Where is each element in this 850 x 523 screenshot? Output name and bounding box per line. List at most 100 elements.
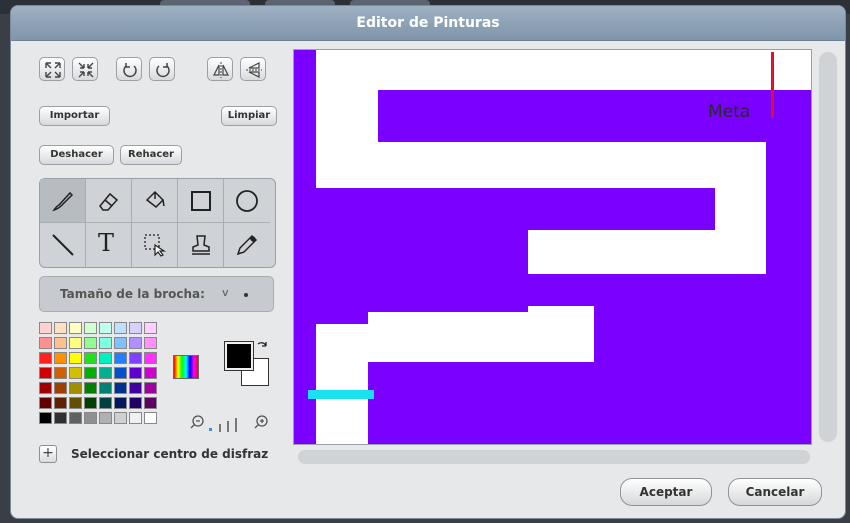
palette-swatch[interactable] — [39, 367, 52, 379]
palette-swatch[interactable] — [39, 337, 52, 349]
palette-swatch[interactable] — [144, 397, 157, 409]
stamp-tool[interactable] — [178, 223, 224, 267]
palette-swatch[interactable] — [144, 382, 157, 394]
set-costume-center-button[interactable]: + — [39, 445, 57, 463]
fill-tool[interactable] — [132, 179, 178, 223]
palette-swatch[interactable] — [84, 412, 97, 424]
palette-swatch[interactable] — [54, 397, 67, 409]
palette-swatch[interactable] — [39, 412, 52, 424]
palette-swatch[interactable] — [114, 367, 127, 379]
palette-swatch[interactable] — [99, 367, 112, 379]
eraser-tool[interactable] — [86, 179, 132, 223]
line-tool[interactable] — [40, 223, 86, 267]
palette-swatch[interactable] — [69, 397, 82, 409]
palette-swatch[interactable] — [144, 352, 157, 364]
palette-swatch[interactable] — [39, 397, 52, 409]
undo-button[interactable]: Deshacer — [39, 145, 114, 165]
flip-vertical-button[interactable] — [240, 57, 266, 81]
palette-swatch[interactable] — [54, 382, 67, 394]
eyedropper-icon — [236, 234, 258, 256]
palette-swatch[interactable] — [54, 367, 67, 379]
palette-swatch[interactable] — [99, 412, 112, 424]
palette-swatch[interactable] — [84, 397, 97, 409]
palette-swatch[interactable] — [54, 412, 67, 424]
eyedropper-tool[interactable] — [224, 223, 270, 267]
palette-swatch[interactable] — [129, 412, 142, 424]
palette-swatch[interactable] — [99, 352, 112, 364]
palette-swatch[interactable] — [114, 397, 127, 409]
palette-swatch[interactable] — [129, 367, 142, 379]
palette-swatch[interactable] — [84, 367, 97, 379]
goal-line — [771, 52, 774, 118]
zoom-level-indicator[interactable] — [209, 416, 249, 432]
rotate-left-button[interactable] — [116, 57, 142, 81]
plus-icon: + — [42, 445, 54, 461]
ellipse-tool[interactable] — [224, 179, 270, 223]
horizontal-scrollbar[interactable] — [298, 450, 810, 464]
palette-swatch[interactable] — [69, 382, 82, 394]
palette-swatch[interactable] — [69, 352, 82, 364]
palette-swatch[interactable] — [99, 382, 112, 394]
palette-swatch[interactable] — [129, 352, 142, 364]
palette-swatch[interactable] — [114, 382, 127, 394]
zoom-in-icon[interactable] — [253, 414, 269, 430]
paintbrush-tool[interactable] — [40, 179, 86, 223]
palette-swatch[interactable] — [144, 322, 157, 334]
cancel-button[interactable]: Cancelar — [728, 478, 822, 506]
palette-swatch[interactable] — [69, 367, 82, 379]
palette-swatch[interactable] — [39, 352, 52, 364]
drawing-canvas[interactable]: Meta — [293, 49, 812, 445]
redo-button[interactable]: Rehacer — [120, 145, 182, 165]
start-marker — [308, 390, 374, 399]
maze-wall-left — [294, 50, 316, 444]
select-tool[interactable] — [132, 223, 178, 267]
flip-horizontal-button[interactable] — [207, 57, 233, 81]
brush-size-selector[interactable]: Tamaño de la brocha: v — [39, 276, 274, 312]
palette-swatch[interactable] — [129, 382, 142, 394]
palette-swatch[interactable] — [84, 322, 97, 334]
maze-wall-bottom — [368, 362, 766, 444]
rectangle-tool[interactable] — [178, 179, 224, 223]
palette-swatch[interactable] — [114, 322, 127, 334]
shrink-button[interactable] — [72, 57, 98, 81]
palette-swatch[interactable] — [99, 397, 112, 409]
palette-swatch[interactable] — [69, 412, 82, 424]
palette-swatch[interactable] — [99, 322, 112, 334]
vertical-scrollbar[interactable] — [819, 52, 837, 442]
palette-swatch[interactable] — [114, 412, 127, 424]
grow-button[interactable] — [39, 57, 65, 81]
palette-swatch[interactable] — [39, 322, 52, 334]
maze-wall-middle — [316, 188, 715, 230]
brush-size-preview — [244, 293, 248, 297]
rotate-right-icon — [156, 63, 170, 78]
palette-swatch[interactable] — [84, 352, 97, 364]
palette-swatch[interactable] — [114, 337, 127, 349]
ellipse-icon — [236, 190, 258, 212]
palette-swatch[interactable] — [84, 337, 97, 349]
clear-button[interactable]: Limpiar — [221, 106, 277, 126]
palette-swatch[interactable] — [84, 382, 97, 394]
color-spectrum-button[interactable] — [173, 355, 199, 379]
palette-swatch[interactable] — [99, 337, 112, 349]
palette-swatch[interactable] — [69, 322, 82, 334]
palette-swatch[interactable] — [129, 397, 142, 409]
palette-swatch[interactable] — [129, 337, 142, 349]
palette-swatch[interactable] — [114, 352, 127, 364]
palette-swatch[interactable] — [144, 367, 157, 379]
swap-colors-icon[interactable] — [255, 340, 269, 354]
import-button[interactable]: Importar — [39, 106, 110, 126]
palette-swatch[interactable] — [39, 382, 52, 394]
title-bar[interactable]: Editor de Pinturas — [11, 6, 845, 41]
palette-swatch[interactable] — [54, 322, 67, 334]
palette-swatch[interactable] — [144, 337, 157, 349]
accept-button[interactable]: Aceptar — [620, 478, 712, 506]
rotate-right-button[interactable] — [149, 57, 175, 81]
palette-swatch[interactable] — [54, 352, 67, 364]
zoom-out-icon[interactable] — [189, 414, 205, 430]
palette-swatch[interactable] — [144, 412, 157, 424]
text-tool[interactable]: T — [86, 223, 132, 267]
palette-swatch[interactable] — [69, 337, 82, 349]
palette-swatch[interactable] — [129, 322, 142, 334]
palette-swatch[interactable] — [54, 337, 67, 349]
foreground-color-swatch[interactable] — [224, 341, 254, 371]
